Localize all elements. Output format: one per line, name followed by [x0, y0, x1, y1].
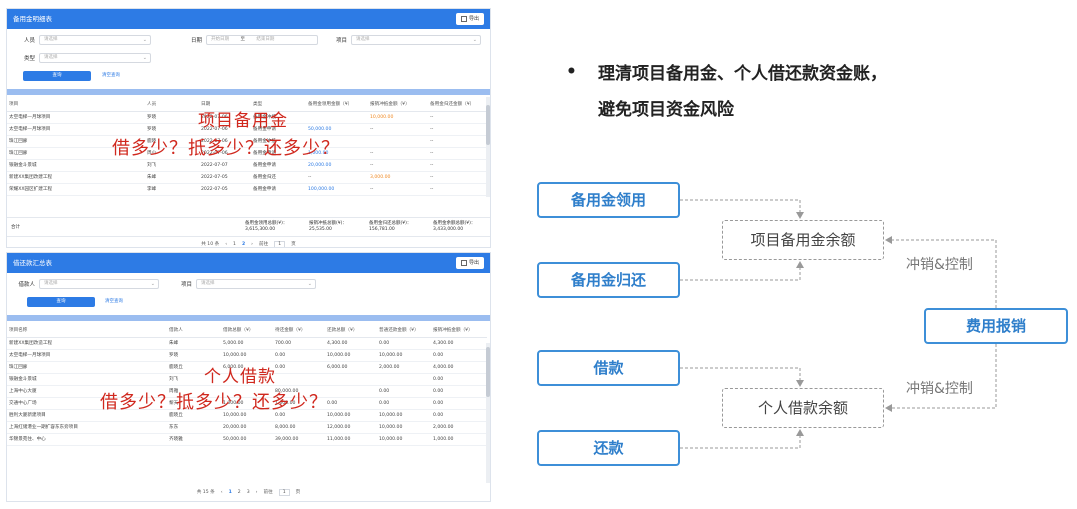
- flow-loan: 借款: [537, 350, 680, 386]
- flow-reserve-use: 备用金领用: [537, 182, 680, 218]
- flow-label-offset-loan: 冲销&控制: [906, 381, 973, 397]
- flow-reserve-return: 备用金归还: [537, 262, 680, 298]
- flow-expense: 费用报销: [924, 308, 1068, 344]
- flow-repay: 还款: [537, 430, 680, 466]
- flow-label-offset-reserve: 冲销&控制: [906, 257, 973, 273]
- flow-reserve-balance: 项目备用金余额: [722, 220, 884, 260]
- flow-loan-balance: 个人借款余额: [722, 388, 884, 428]
